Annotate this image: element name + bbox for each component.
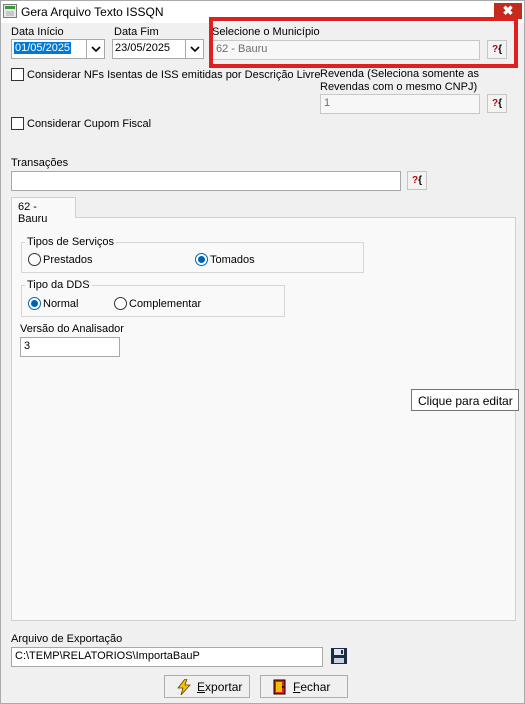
versao-label: Versão do Analisador [20, 323, 124, 335]
versao-field[interactable]: 3 [20, 337, 120, 357]
data-inicio-picker[interactable]: 01/05/2025 [11, 39, 105, 59]
complementar-radio[interactable] [114, 297, 127, 310]
fechar-label: Fechar [293, 680, 331, 694]
tipo-dds-title: Tipo da DDS [25, 279, 92, 291]
transacoes-lookup-button[interactable]: ?{ [407, 171, 427, 190]
tipos-servicos-title: Tipos de Serviços [25, 236, 117, 248]
window-title: Gera Arquivo Texto ISSQN [21, 5, 164, 19]
app-window-icon [3, 4, 17, 18]
data-fim-picker[interactable]: 23/05/2025 [112, 39, 204, 59]
export-path-field[interactable]: C:\TEMP\RELATORIOS\ImportaBauP [11, 647, 323, 667]
cupom-fiscal-checkbox[interactable] [11, 117, 24, 130]
dialog-window: Gera Arquivo Texto ISSQN ✖ Data Início 0… [0, 0, 525, 704]
normal-radio[interactable] [28, 297, 41, 310]
fechar-button[interactable]: Fechar [260, 675, 348, 698]
tomados-label: Tomados [210, 254, 255, 266]
chevron-down-icon[interactable] [86, 40, 104, 58]
revenda-lookup-button[interactable]: ?{ [487, 94, 507, 113]
prestados-radio[interactable] [28, 253, 41, 266]
data-fim-label: Data Fim [114, 26, 159, 38]
tab-panel [11, 217, 516, 621]
revenda-label-line2: Revendas com o mesmo CNPJ) [320, 81, 478, 93]
chevron-down-icon[interactable] [185, 40, 203, 58]
data-inicio-label: Data Início [11, 26, 64, 38]
export-label: Arquivo de Exportação [11, 633, 123, 645]
exit-door-icon [273, 679, 287, 698]
transacoes-label: Transações [11, 157, 69, 169]
data-fim-value: 23/05/2025 [115, 42, 171, 54]
transacoes-field[interactable] [11, 171, 401, 191]
lightning-icon [177, 678, 191, 698]
tooltip: Clique para editar [411, 389, 519, 411]
floppy-disk-icon[interactable] [330, 647, 348, 665]
nfs-isentas-checkbox[interactable] [11, 68, 24, 81]
revenda-field[interactable]: 1 [320, 94, 480, 114]
normal-label: Normal [43, 298, 79, 310]
exportar-button[interactable]: Exportar [164, 675, 250, 698]
tab-bauru[interactable]: 62 - Bauru [11, 197, 76, 225]
cupom-fiscal-label: Considerar Cupom Fiscal [27, 118, 152, 130]
revenda-label-line1: Revenda (Seleciona somente as [320, 68, 479, 80]
nfs-isentas-label: Considerar NFs Isentas de ISS emitidas p… [27, 69, 321, 81]
highlight-box [209, 17, 518, 68]
exportar-label: Exportar [197, 680, 243, 694]
tomados-radio[interactable] [195, 253, 208, 266]
data-inicio-value: 01/05/2025 [14, 42, 72, 54]
complementar-label: Complementar [129, 298, 202, 310]
prestados-label: Prestados [43, 254, 93, 266]
